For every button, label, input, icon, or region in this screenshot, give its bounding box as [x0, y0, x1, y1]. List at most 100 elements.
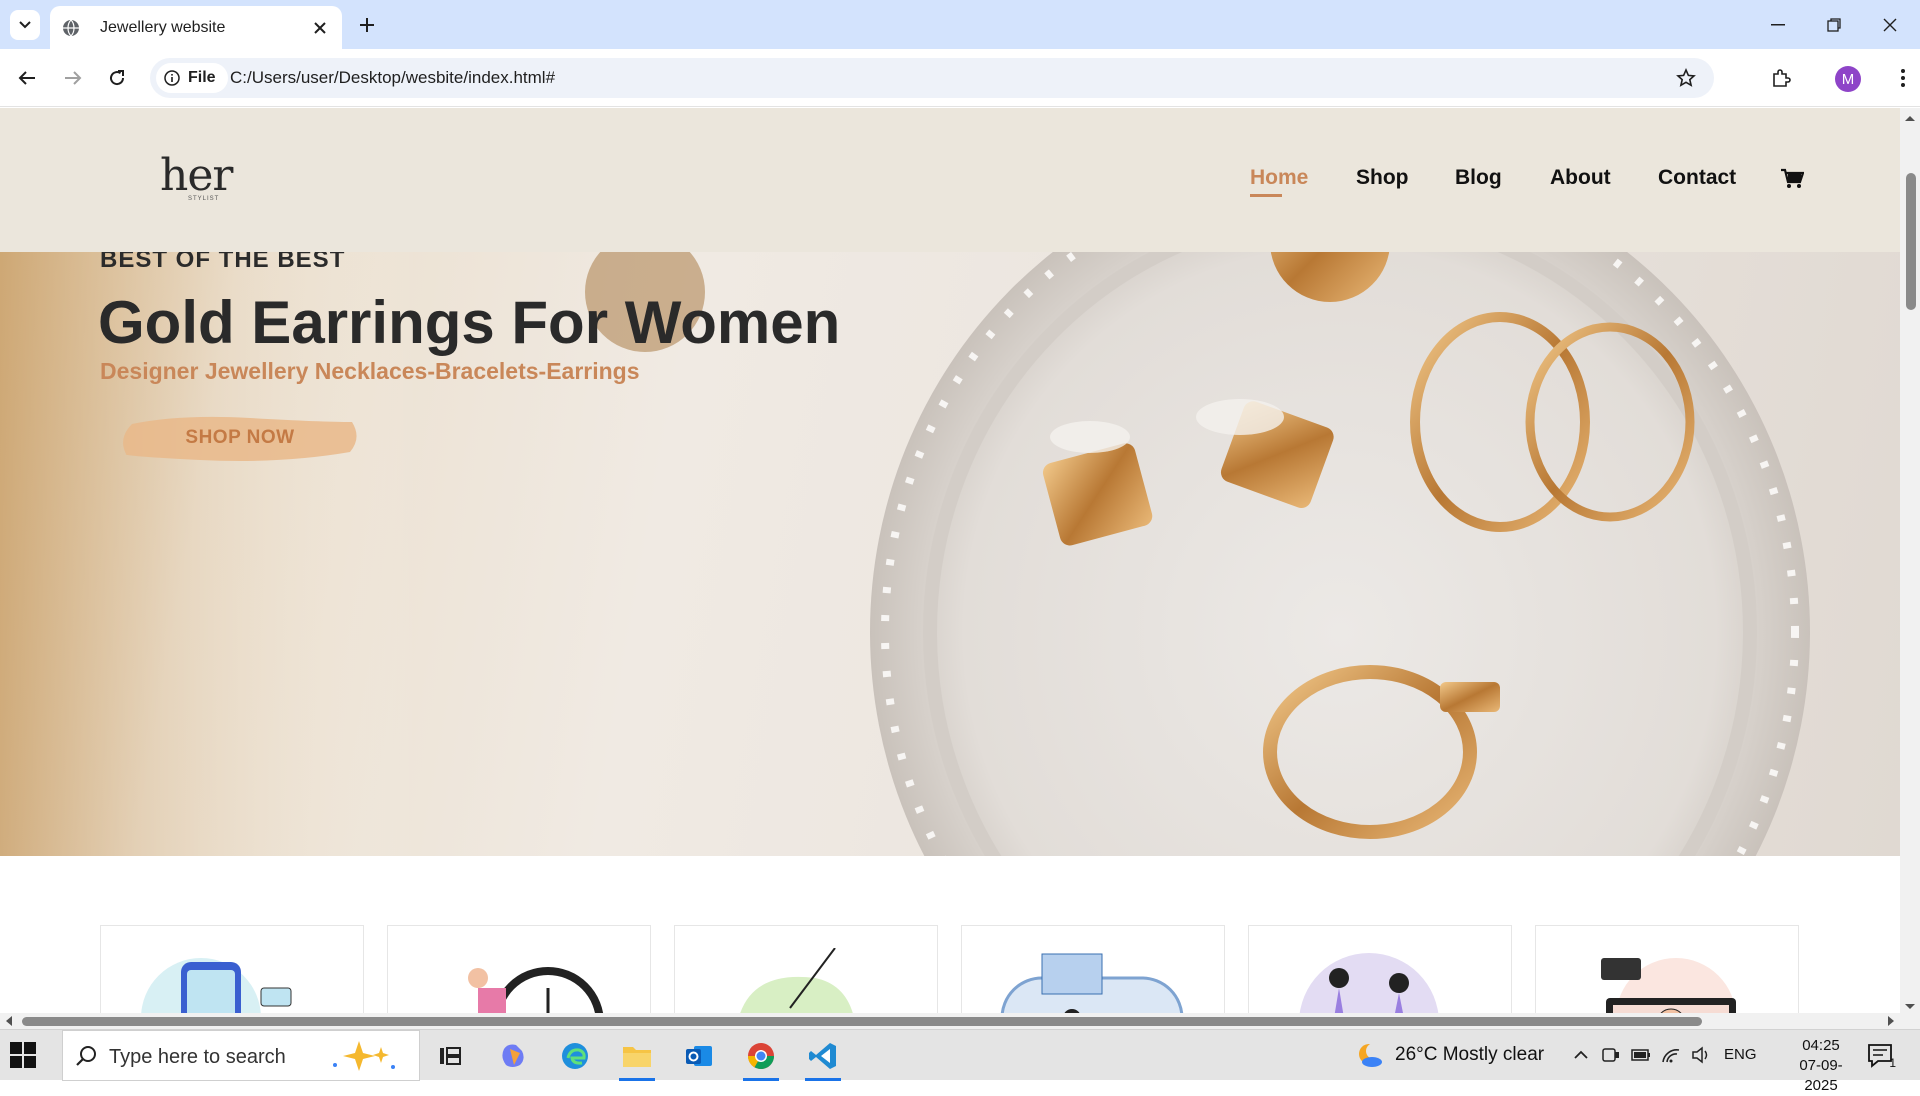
- new-tab-button[interactable]: [352, 10, 382, 40]
- folder-icon: [623, 1046, 651, 1067]
- network-tray[interactable]: [1660, 1044, 1682, 1066]
- vscode-icon: [809, 1042, 836, 1069]
- volume-tray[interactable]: [1690, 1044, 1712, 1066]
- scroll-left-arrow-icon: [6, 1016, 12, 1026]
- clock-time: 04:25: [1802, 1037, 1840, 1054]
- battery-tray[interactable]: [1630, 1044, 1652, 1066]
- shopping-cart-icon[interactable]: [1780, 168, 1804, 190]
- close-tab-icon[interactable]: [310, 18, 330, 38]
- reload-button[interactable]: [100, 61, 134, 95]
- copilot-app[interactable]: [487, 1030, 539, 1081]
- edge-app[interactable]: [549, 1030, 601, 1081]
- scroll-up-arrow-icon: [1905, 116, 1915, 121]
- hero-title: Gold Earrings For Women: [98, 289, 841, 356]
- url-text[interactable]: C:/Users/user/Desktop/wesbite/index.html…: [230, 68, 555, 88]
- back-button[interactable]: [10, 61, 44, 95]
- site-info-chip[interactable]: File: [156, 63, 228, 93]
- edge-icon: [562, 1042, 588, 1069]
- star-icon: [1676, 68, 1696, 87]
- savings-piggy-bank-illustration-icon: [740, 948, 853, 1013]
- hero-banner: BEST OF THE BEST Gold Earrings For Women…: [0, 252, 1900, 856]
- file-explorer-app[interactable]: [611, 1030, 663, 1081]
- feature-card-delivery[interactable]: [387, 925, 651, 1013]
- site-logo-tagline: STYLIST: [188, 196, 220, 202]
- chrome-app[interactable]: [735, 1030, 787, 1081]
- battery-icon: [1631, 1049, 1650, 1061]
- address-bar[interactable]: File C:/Users/user/Desktop/wesbite/index…: [150, 58, 1714, 98]
- fast-delivery-illustration-icon: [468, 967, 604, 1013]
- minimize-button[interactable]: [1750, 0, 1806, 49]
- page-viewport: her STYLIST Home Shop Blog About Contact: [0, 108, 1900, 1013]
- chrome-icon: [747, 1042, 775, 1069]
- vscode-app[interactable]: [797, 1030, 849, 1081]
- horizontal-scroll-thumb[interactable]: [22, 1017, 1702, 1026]
- globe-icon: [62, 19, 80, 37]
- extensions-button[interactable]: [1764, 61, 1798, 95]
- scrollbar-corner: [1900, 1013, 1920, 1029]
- forward-button[interactable]: [56, 61, 90, 95]
- task-view-button[interactable]: [424, 1030, 476, 1081]
- minimize-icon: [1771, 23, 1785, 25]
- language-indicator[interactable]: ENG: [1724, 1046, 1757, 1063]
- weather-widget[interactable]: 26°C Mostly clear: [1355, 1042, 1544, 1068]
- happy-customers-illustration-icon: [1299, 953, 1439, 1013]
- notification-center-button[interactable]: 1: [1866, 1042, 1896, 1070]
- chevron-up-icon: [1574, 1050, 1588, 1059]
- nav-active-underline: [1250, 194, 1282, 197]
- sparkle-icon: [333, 1041, 395, 1071]
- feature-card-gifts[interactable]: [961, 925, 1225, 1013]
- chevron-down-icon: [19, 21, 31, 29]
- plus-icon: [360, 18, 374, 32]
- browser-menu-button[interactable]: [1886, 61, 1920, 95]
- scroll-right-arrow-icon: [1888, 1016, 1894, 1026]
- feature-card-customers[interactable]: [1248, 925, 1512, 1013]
- show-hidden-icons-button[interactable]: [1570, 1044, 1592, 1066]
- browser-tab[interactable]: Jewellery website: [50, 6, 342, 49]
- site-logo[interactable]: her: [160, 150, 233, 201]
- taskbar-search-box[interactable]: Type here to search: [62, 1030, 420, 1081]
- clock-date: 07-09-2025: [1799, 1057, 1843, 1094]
- nav-contact[interactable]: Contact: [1658, 166, 1736, 190]
- windows-taskbar: Type here to search 26°C Mostly clear EN…: [0, 1029, 1920, 1094]
- vertical-scrollbar[interactable]: [1900, 108, 1920, 1013]
- copilot-icon: [502, 1044, 524, 1067]
- feature-card-savings[interactable]: [674, 925, 938, 1013]
- browser-toolbar: File C:/Users/user/Desktop/wesbite/index…: [0, 49, 1920, 107]
- wifi-icon: [1662, 1049, 1680, 1063]
- gift-offer-illustration-icon: [1000, 953, 1184, 1013]
- kebab-menu-icon: [1901, 69, 1905, 87]
- windows-start-icon[interactable]: [10, 1042, 36, 1068]
- browser-tab-bar: Jewellery website: [0, 0, 1920, 49]
- site-chip-label: File: [188, 69, 216, 86]
- device-icon: [1602, 1048, 1619, 1062]
- bookmark-star-button[interactable]: [1674, 66, 1698, 90]
- nav-about[interactable]: About: [1550, 166, 1611, 190]
- search-icon: [76, 1046, 96, 1066]
- outlook-app[interactable]: [673, 1030, 725, 1081]
- site-header: her STYLIST Home Shop Blog About Contact: [0, 108, 1900, 252]
- horizontal-scrollbar[interactable]: [0, 1013, 1900, 1029]
- nav-home[interactable]: Home: [1250, 166, 1308, 190]
- hero-eyebrow: BEST OF THE BEST: [100, 252, 346, 273]
- vertical-scroll-thumb[interactable]: [1906, 173, 1916, 310]
- taskbar-clock[interactable]: 04:25 07-09-2025: [1786, 1036, 1856, 1096]
- speaker-icon: [1692, 1046, 1708, 1064]
- nav-shop[interactable]: Shop: [1356, 166, 1409, 190]
- hero-subtitle: Designer Jewellery Necklaces-Bracelets-E…: [100, 358, 640, 384]
- tab-title: Jewellery website: [100, 18, 226, 36]
- mobile-payment-illustration-icon: [141, 958, 292, 1013]
- tab-search-button[interactable]: [10, 10, 40, 40]
- restore-button[interactable]: [1806, 0, 1862, 49]
- close-window-button[interactable]: [1862, 0, 1918, 49]
- arrow-left-icon: [18, 71, 35, 85]
- shop-now-button[interactable]: SHOP NOW: [120, 410, 360, 466]
- meet-now-tray[interactable]: [1600, 1044, 1622, 1066]
- profile-avatar[interactable]: M: [1835, 66, 1861, 92]
- feature-card-support[interactable]: [1535, 925, 1799, 1013]
- close-icon: [1883, 18, 1897, 31]
- feature-card-payment[interactable]: [100, 925, 364, 1013]
- weather-text: 26°C Mostly clear: [1395, 1044, 1545, 1065]
- notification-count: 1: [1889, 1056, 1896, 1070]
- nav-blog[interactable]: Blog: [1455, 166, 1502, 190]
- weather-moon-cloud-icon: [1359, 1043, 1382, 1067]
